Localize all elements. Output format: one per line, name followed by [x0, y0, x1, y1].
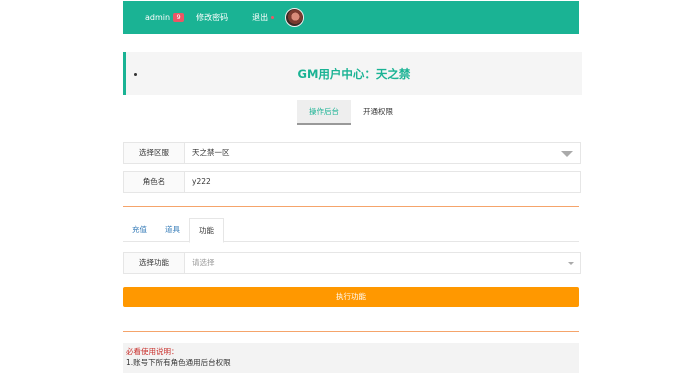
chevron-down-icon — [568, 262, 574, 265]
server-select-value: 天之禁一区 — [192, 148, 230, 157]
logout-dot-icon — [271, 16, 275, 19]
role-name-row: 角色名 y222 — [123, 171, 581, 193]
server-select[interactable]: 天之禁一区 — [185, 143, 580, 163]
tab-items[interactable]: 道具 — [156, 218, 189, 241]
usage-notes: 必看使用说明： 1.账号下所有角色通用后台权限 — [123, 343, 579, 373]
function-select-placeholder: 请选择 — [192, 258, 215, 267]
function-select[interactable]: 请选择 — [185, 253, 580, 273]
tab-grant-permission[interactable]: 开通权限 — [351, 100, 405, 125]
divider — [123, 206, 579, 207]
avatar[interactable] — [285, 8, 305, 27]
tab-recharge[interactable]: 充值 — [123, 218, 156, 241]
logout-label: 退出 — [252, 13, 269, 22]
server-select-row: 选择区服 天之禁一区 — [123, 142, 581, 164]
tab-functions[interactable]: 功能 — [189, 218, 224, 243]
username: admin — [145, 13, 171, 22]
execute-function-button[interactable]: 执行功能 — [123, 287, 579, 307]
function-select-row: 选择功能 请选择 — [123, 252, 581, 274]
role-name-label: 角色名 — [124, 172, 185, 192]
divider — [123, 331, 579, 332]
server-select-label: 选择区服 — [124, 143, 185, 163]
chevron-down-icon — [561, 151, 573, 157]
notes-line: 1.账号下所有角色通用后台权限 — [126, 358, 231, 367]
title-panel: GM用户中心：天之禁 — [123, 52, 582, 95]
function-select-label: 选择功能 — [124, 253, 185, 273]
tab-operation-backend[interactable]: 操作后台 — [297, 100, 351, 125]
logout-link[interactable]: 退出 — [252, 12, 275, 23]
user-menu[interactable]: admin 9 — [145, 13, 185, 22]
notification-badge: 9 — [173, 13, 185, 22]
sub-tabs: 充值 道具 功能 — [123, 218, 579, 243]
change-password-link[interactable]: 修改密码 — [196, 12, 228, 23]
role-name-input[interactable]: y222 — [185, 172, 580, 192]
notes-title: 必看使用说明： — [126, 347, 179, 356]
bullet-icon — [134, 73, 137, 76]
top-nav-bar: admin 9 修改密码 退出 — [123, 1, 579, 34]
page-title: GM用户中心：天之禁 — [297, 66, 411, 81]
main-tabs: 操作后台 开通权限 — [123, 100, 579, 125]
